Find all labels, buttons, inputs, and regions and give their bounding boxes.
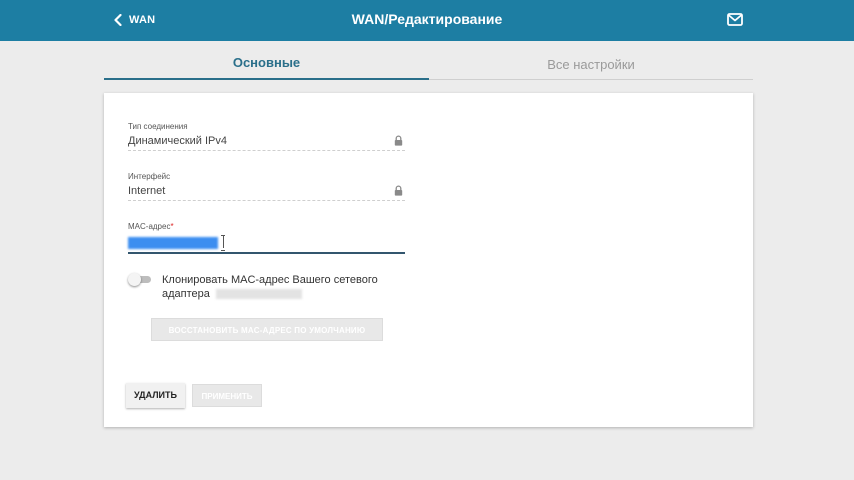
text-cursor-icon bbox=[221, 235, 225, 251]
field-underline bbox=[128, 150, 405, 151]
toggle-knob bbox=[128, 273, 141, 286]
page-title: WAN/Редактирование bbox=[351, 11, 503, 27]
mail-button[interactable] bbox=[727, 13, 743, 26]
connection-type-label: Тип соединения bbox=[128, 122, 188, 131]
tab-main[interactable]: Основные bbox=[104, 52, 429, 80]
delete-button[interactable]: УДАЛИТЬ bbox=[126, 383, 185, 408]
top-bar: WAN WAN/Редактирование bbox=[0, 0, 854, 41]
lock-icon bbox=[394, 135, 403, 146]
restore-default-mac-button[interactable]: ВОССТАНОВИТЬ MAC-АДРЕС ПО УМОЛЧАНИЮ bbox=[151, 318, 383, 341]
tab-bar: Основные Все настройки bbox=[104, 52, 753, 80]
mac-address-field: MAC-адрес* bbox=[128, 222, 405, 256]
adapter-mac-value bbox=[215, 289, 302, 300]
settings-card: Тип соединения Динамический IPv4 Интерфе… bbox=[104, 93, 753, 427]
clone-mac-label: Клонировать MAC-адрес Вашего сетевого ад… bbox=[162, 273, 412, 301]
mac-address-label-text: MAC-адрес bbox=[128, 222, 171, 231]
interface-value: Internet bbox=[128, 185, 166, 197]
connection-type-value: Динамический IPv4 bbox=[128, 135, 228, 147]
interface-label: Интерфейс bbox=[128, 172, 171, 181]
required-mark: * bbox=[170, 222, 174, 231]
field-underline bbox=[128, 200, 405, 201]
tab-all-settings[interactable]: Все настройки bbox=[429, 52, 753, 79]
clone-mac-toggle[interactable] bbox=[128, 273, 152, 287]
mac-address-label: MAC-адрес* bbox=[128, 222, 405, 231]
connection-type-field: Тип соединения Динамический IPv4 bbox=[128, 122, 405, 154]
mail-icon bbox=[727, 13, 743, 26]
mac-address-input[interactable] bbox=[128, 234, 405, 254]
interface-field: Интерфейс Internet bbox=[128, 172, 405, 204]
mac-address-selection bbox=[128, 237, 218, 249]
apply-button[interactable]: ПРИМЕНИТЬ bbox=[192, 384, 262, 407]
lock-icon bbox=[394, 185, 403, 196]
